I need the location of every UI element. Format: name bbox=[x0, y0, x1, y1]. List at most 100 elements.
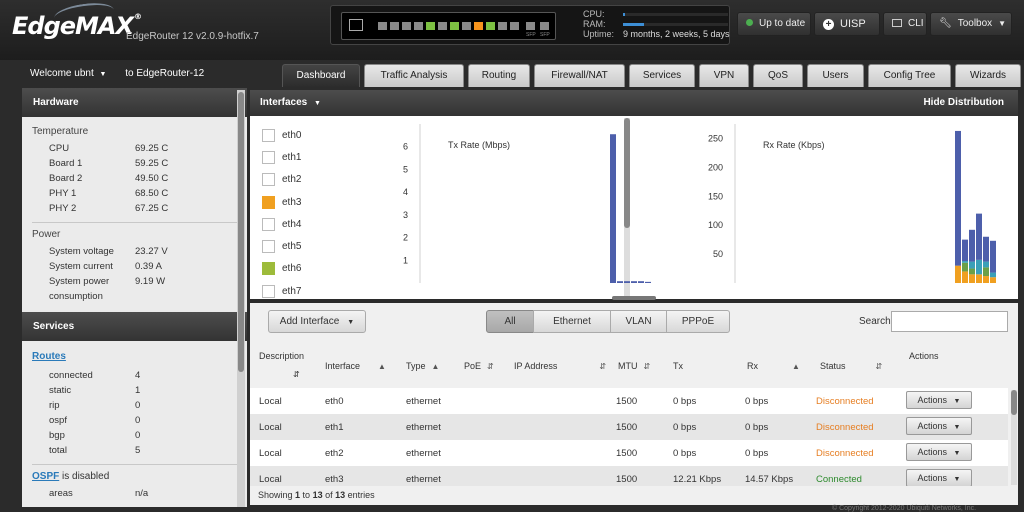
filter-pppoe[interactable]: PPPoE bbox=[666, 310, 730, 333]
legend-item[interactable]: eth6 bbox=[262, 258, 301, 280]
sort-asc-icon: ▲ bbox=[378, 362, 386, 371]
power-title: Power bbox=[32, 229, 61, 240]
legend-swatch bbox=[262, 173, 275, 187]
legend-swatch bbox=[262, 195, 275, 209]
cpu-bar bbox=[623, 13, 728, 16]
status-badge: Connected bbox=[816, 474, 862, 485]
col-description[interactable]: Description ⇵ bbox=[259, 351, 304, 379]
scrollbar-thumb[interactable] bbox=[1011, 390, 1017, 415]
legend-swatch bbox=[262, 128, 275, 142]
search-label: Search bbox=[859, 316, 891, 327]
update-status-button[interactable]: Up to date bbox=[737, 12, 811, 36]
cli-button[interactable]: CLI bbox=[883, 12, 927, 36]
port-led bbox=[438, 22, 447, 30]
filter-ethernet[interactable]: Ethernet bbox=[533, 310, 611, 333]
chart-bar bbox=[617, 281, 623, 283]
row-actions-button[interactable]: Actions ▼ bbox=[906, 469, 972, 486]
table-row[interactable]: Local eth1 ethernet 1500 0 bps 0 bps Dis… bbox=[250, 414, 1008, 440]
ospf-link[interactable]: OSPF bbox=[32, 471, 59, 482]
col-rx[interactable]: Rx ▲ bbox=[747, 361, 800, 371]
power-row-extra: consumption bbox=[49, 291, 103, 302]
tab-wizards[interactable]: Wizards bbox=[955, 64, 1021, 87]
interfaces-panel: Interfaces ▼ Hide Distribution eth0 eth1… bbox=[250, 90, 1018, 299]
route-row: connected 4 bbox=[49, 370, 141, 381]
col-status[interactable]: Status ⇵ bbox=[820, 361, 882, 371]
col-poe[interactable]: PoE ⇵ bbox=[464, 361, 494, 371]
tab-qos[interactable]: QoS bbox=[753, 64, 803, 87]
welcome-bar: Welcome ubnt ▼ to EdgeRouter-12 bbox=[30, 68, 204, 79]
chart-bar bbox=[962, 261, 968, 263]
col-type[interactable]: Type ▲ bbox=[406, 361, 439, 371]
legend-item[interactable]: eth7 bbox=[262, 280, 301, 302]
row-actions-button[interactable]: Actions ▼ bbox=[906, 391, 972, 409]
chevron-down-icon: ▼ bbox=[953, 450, 961, 457]
status-badge: Disconnected bbox=[816, 422, 874, 433]
user-menu[interactable]: Welcome ubnt ▼ bbox=[30, 68, 106, 79]
port-led bbox=[426, 22, 435, 30]
chart-bar bbox=[962, 262, 968, 272]
resource-stats: CPU: RAM: Uptime: bbox=[583, 9, 614, 39]
tab-routing[interactable]: Routing bbox=[468, 64, 530, 87]
toolbox-button[interactable]: 🔧︎ Toolbox ▼ bbox=[930, 12, 1012, 36]
uptime-value: 9 months, 2 weeks, 5 days bbox=[623, 29, 730, 39]
row-actions-button[interactable]: Actions ▼ bbox=[906, 443, 972, 461]
status-badge: Disconnected bbox=[816, 448, 874, 459]
legend-item[interactable]: eth4 bbox=[262, 213, 301, 235]
tab-vpn[interactable]: VPN bbox=[699, 64, 749, 87]
chevron-down-icon: ▼ bbox=[953, 476, 961, 483]
port-led bbox=[390, 22, 399, 30]
table-footer: Showing 1 to 13 of 13 entries bbox=[258, 490, 375, 500]
sort-icon: ⇵ bbox=[599, 362, 607, 371]
hide-distribution-link[interactable]: Hide Distribution bbox=[923, 90, 1004, 116]
add-interface-button[interactable]: Add Interface ▼ bbox=[268, 310, 366, 333]
search-input[interactable] bbox=[891, 311, 1008, 332]
tab-traffic-analysis[interactable]: Traffic Analysis bbox=[364, 64, 464, 87]
status-badge: Disconnected bbox=[816, 396, 874, 407]
uisp-button[interactable]: + UISP bbox=[814, 12, 880, 36]
tab-services[interactable]: Services bbox=[629, 64, 695, 87]
col-interface[interactable]: Interface ▲ bbox=[325, 361, 386, 371]
interfaces-menu[interactable]: Interfaces ▼ bbox=[260, 97, 321, 108]
tab-users[interactable]: Users bbox=[807, 64, 864, 87]
power-row: System voltage 23.27 V bbox=[49, 246, 168, 257]
col-ip-address[interactable]: IP Address ⇵ bbox=[514, 361, 606, 371]
tab-config-tree[interactable]: Config Tree bbox=[868, 64, 951, 87]
col-mtu[interactable]: MTU ⇵ bbox=[618, 361, 650, 371]
col-tx[interactable]: Tx bbox=[673, 361, 683, 371]
divider bbox=[32, 222, 237, 223]
chart-bar bbox=[990, 272, 996, 278]
uptime-label: Uptime: bbox=[583, 29, 615, 39]
legend-item[interactable]: eth3 bbox=[262, 191, 301, 213]
temp-row: Board 2 49.50 C bbox=[49, 173, 169, 184]
legend-item[interactable]: eth1 bbox=[262, 146, 301, 168]
sort-icon: ⇵ bbox=[643, 362, 651, 371]
filter-vlan[interactable]: VLAN bbox=[610, 310, 667, 333]
legend-swatch bbox=[262, 150, 275, 164]
port-led bbox=[378, 22, 387, 30]
tab-firewall-nat[interactable]: Firewall/NAT bbox=[534, 64, 625, 87]
filter-all[interactable]: All bbox=[486, 310, 534, 333]
temp-row: PHY 2 67.25 C bbox=[49, 203, 169, 214]
tab-dashboard[interactable]: Dashboard bbox=[282, 64, 360, 87]
col-actions: Actions bbox=[909, 351, 939, 361]
chevron-down-icon: ▼ bbox=[953, 398, 961, 405]
legend-item[interactable]: eth5 bbox=[262, 235, 301, 257]
panel-resize-grip[interactable] bbox=[612, 296, 656, 300]
legend-item[interactable]: eth0 bbox=[262, 124, 301, 146]
row-actions-button[interactable]: Actions ▼ bbox=[906, 417, 972, 435]
chart-bar bbox=[962, 271, 968, 283]
wrench-icon: 🔧︎ bbox=[939, 18, 952, 29]
table-scrollbar[interactable] bbox=[1011, 390, 1017, 485]
routes-link[interactable]: Routes bbox=[32, 351, 66, 362]
interfaces-table-panel: Add Interface ▼ All Ethernet VLAN PPPoE S… bbox=[250, 303, 1018, 505]
table-row[interactable]: Local eth3 ethernet 1500 12.21 Kbps 14.5… bbox=[250, 466, 1008, 486]
sfp-port-led bbox=[526, 22, 535, 30]
y-tick-label: 1 bbox=[403, 255, 408, 265]
port-led bbox=[402, 22, 411, 30]
sidebar-scrollbar[interactable] bbox=[237, 90, 245, 507]
hardware-header: Hardware bbox=[22, 88, 247, 117]
table-row[interactable]: Local eth2 ethernet 1500 0 bps 0 bps Dis… bbox=[250, 440, 1008, 466]
scrollbar-thumb[interactable] bbox=[238, 92, 244, 372]
table-row[interactable]: Local eth0 ethernet 1500 0 bps 0 bps Dis… bbox=[250, 388, 1008, 414]
legend-item[interactable]: eth2 bbox=[262, 169, 301, 191]
